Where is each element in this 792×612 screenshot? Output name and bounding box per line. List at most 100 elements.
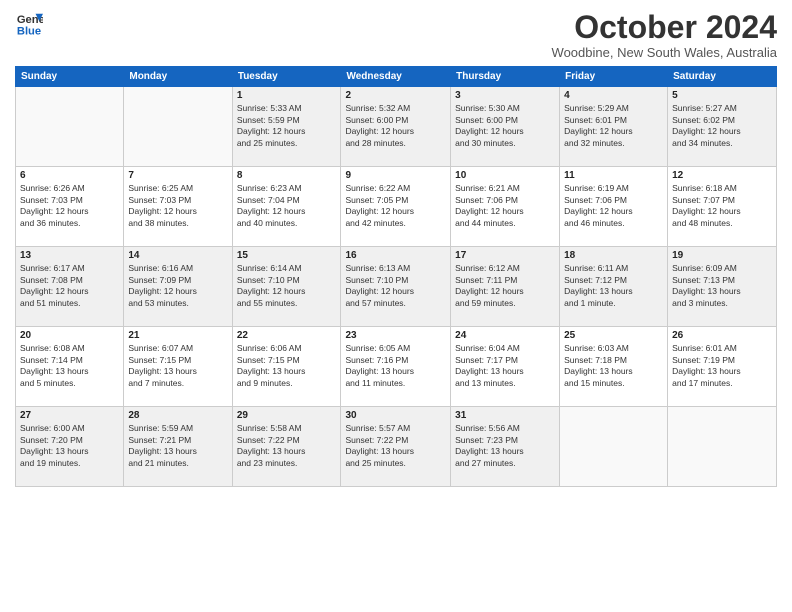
table-row: 3 Sunrise: 5:30 AM Sunset: 6:00 PM Daylig… [451,87,560,167]
table-row: 22 Sunrise: 6:06 AM Sunset: 7:15 PM Dayli… [232,327,341,407]
day-info: Sunrise: 6:05 AM Sunset: 7:16 PM Dayligh… [345,343,446,389]
table-row: 14 Sunrise: 6:16 AM Sunset: 7:09 PM Dayli… [124,247,232,327]
day-info: Sunrise: 6:11 AM Sunset: 7:12 PM Dayligh… [564,263,663,309]
table-row: 5 Sunrise: 5:27 AM Sunset: 6:02 PM Daylig… [668,87,777,167]
table-row [668,407,777,487]
table-row: 15Sunrise: 6:14 AM Sunset: 7:10 PM Dayli… [232,247,341,327]
table-row: 7 Sunrise: 6:25 AM Sunset: 7:03 PM Daylig… [124,167,232,247]
day-number: 7 [128,170,227,181]
col-saturday: Saturday [668,67,777,87]
calendar-week-row: 1 Sunrise: 5:33 AM Sunset: 5:59 PM Daylig… [16,87,777,167]
day-info: Sunrise: 6:18 AM Sunset: 7:07 PM Dayligh… [672,183,772,229]
table-row: 23Sunrise: 6:05 AM Sunset: 7:16 PM Dayli… [341,327,451,407]
day-number: 3 [455,90,555,101]
day-info: Sunrise: 5:29 AM Sunset: 6:01 PM Dayligh… [564,103,663,149]
col-wednesday: Wednesday [341,67,451,87]
day-info: Sunrise: 6:07 AM Sunset: 7:15 PM Dayligh… [128,343,227,389]
table-row: 20Sunrise: 6:08 AM Sunset: 7:14 PM Dayli… [16,327,124,407]
table-row: 10Sunrise: 6:21 AM Sunset: 7:06 PM Dayli… [451,167,560,247]
table-row: 6 Sunrise: 6:26 AM Sunset: 7:03 PM Daylig… [16,167,124,247]
table-row: 27Sunrise: 6:00 AM Sunset: 7:20 PM Dayli… [16,407,124,487]
header: General Blue October 2024 Woodbine, New … [15,10,777,60]
day-number: 11 [564,170,663,181]
day-number: 30 [345,410,446,421]
table-row: 4 Sunrise: 5:29 AM Sunset: 6:01 PM Daylig… [560,87,668,167]
table-row: 16Sunrise: 6:13 AM Sunset: 7:10 PM Dayli… [341,247,451,327]
table-row: 28 Sunrise: 5:59 AM Sunset: 7:21 PM Dayli… [124,407,232,487]
day-number: 26 [672,330,772,341]
day-number: 10 [455,170,555,181]
table-row: 1 Sunrise: 5:33 AM Sunset: 5:59 PM Daylig… [232,87,341,167]
day-number: 21 [128,330,227,341]
day-number: 25 [564,330,663,341]
day-info: Sunrise: 6:01 AM Sunset: 7:19 PM Dayligh… [672,343,772,389]
day-info: Sunrise: 6:06 AM Sunset: 7:15 PM Dayligh… [237,343,337,389]
day-info: Sunrise: 6:00 AM Sunset: 7:20 PM Dayligh… [20,423,119,469]
day-number: 4 [564,90,663,101]
day-info: Sunrise: 5:30 AM Sunset: 6:00 PM Dayligh… [455,103,555,149]
day-info: Sunrise: 6:16 AM Sunset: 7:09 PM Dayligh… [128,263,227,309]
table-row [560,407,668,487]
day-info: Sunrise: 6:14 AM Sunset: 7:10 PM Dayligh… [237,263,337,309]
day-number: 9 [345,170,446,181]
day-number: 5 [672,90,772,101]
table-row: 25Sunrise: 6:03 AM Sunset: 7:18 PM Dayli… [560,327,668,407]
day-info: Sunrise: 6:23 AM Sunset: 7:04 PM Dayligh… [237,183,337,229]
day-info: Sunrise: 5:33 AM Sunset: 5:59 PM Dayligh… [237,103,337,149]
day-number: 1 [237,90,337,101]
day-info: Sunrise: 5:56 AM Sunset: 7:23 PM Dayligh… [455,423,555,469]
col-friday: Friday [560,67,668,87]
svg-text:Blue: Blue [17,25,41,37]
day-number: 6 [20,170,119,181]
day-number: 24 [455,330,555,341]
table-row: 8 Sunrise: 6:23 AM Sunset: 7:04 PM Daylig… [232,167,341,247]
day-number: 12 [672,170,772,181]
day-number: 13 [20,250,119,261]
table-row: 18Sunrise: 6:11 AM Sunset: 7:12 PM Dayli… [560,247,668,327]
day-info: Sunrise: 6:22 AM Sunset: 7:05 PM Dayligh… [345,183,446,229]
table-row: 29Sunrise: 5:58 AM Sunset: 7:22 PM Dayli… [232,407,341,487]
day-number: 20 [20,330,119,341]
logo-icon: General Blue [15,10,43,38]
table-row: 31Sunrise: 5:56 AM Sunset: 7:23 PM Dayli… [451,407,560,487]
table-row: 24 Sunrise: 6:04 AM Sunset: 7:17 PM Dayli… [451,327,560,407]
table-row: 12 Sunrise: 6:18 AM Sunset: 7:07 PM Dayli… [668,167,777,247]
table-row [16,87,124,167]
logo: General Blue [15,10,43,38]
day-number: 22 [237,330,337,341]
day-info: Sunrise: 6:25 AM Sunset: 7:03 PM Dayligh… [128,183,227,229]
col-sunday: Sunday [16,67,124,87]
table-row: 30 Sunrise: 5:57 AM Sunset: 7:22 PM Dayli… [341,407,451,487]
calendar-week-row: 6 Sunrise: 6:26 AM Sunset: 7:03 PM Daylig… [16,167,777,247]
calendar-week-row: 27Sunrise: 6:00 AM Sunset: 7:20 PM Dayli… [16,407,777,487]
day-info: Sunrise: 6:12 AM Sunset: 7:11 PM Dayligh… [455,263,555,309]
table-row: 17 Sunrise: 6:12 AM Sunset: 7:11 PM Dayli… [451,247,560,327]
calendar-week-row: 13Sunrise: 6:17 AM Sunset: 7:08 PM Dayli… [16,247,777,327]
day-number: 14 [128,250,227,261]
day-number: 17 [455,250,555,261]
calendar-table: Sunday Monday Tuesday Wednesday Thursday… [15,66,777,487]
day-info: Sunrise: 6:26 AM Sunset: 7:03 PM Dayligh… [20,183,119,229]
day-number: 28 [128,410,227,421]
col-tuesday: Tuesday [232,67,341,87]
col-thursday: Thursday [451,67,560,87]
day-info: Sunrise: 6:13 AM Sunset: 7:10 PM Dayligh… [345,263,446,309]
day-number: 2 [345,90,446,101]
table-row [124,87,232,167]
day-number: 19 [672,250,772,261]
calendar-header-row: Sunday Monday Tuesday Wednesday Thursday… [16,67,777,87]
day-info: Sunrise: 5:58 AM Sunset: 7:22 PM Dayligh… [237,423,337,469]
table-row: 21 Sunrise: 6:07 AM Sunset: 7:15 PM Dayli… [124,327,232,407]
title-block: October 2024 Woodbine, New South Wales, … [552,10,777,60]
subtitle: Woodbine, New South Wales, Australia [552,45,777,60]
day-number: 8 [237,170,337,181]
day-info: Sunrise: 5:27 AM Sunset: 6:02 PM Dayligh… [672,103,772,149]
day-info: Sunrise: 5:32 AM Sunset: 6:00 PM Dayligh… [345,103,446,149]
day-info: Sunrise: 6:19 AM Sunset: 7:06 PM Dayligh… [564,183,663,229]
day-info: Sunrise: 5:57 AM Sunset: 7:22 PM Dayligh… [345,423,446,469]
table-row: 26 Sunrise: 6:01 AM Sunset: 7:19 PM Dayli… [668,327,777,407]
col-monday: Monday [124,67,232,87]
day-info: Sunrise: 5:59 AM Sunset: 7:21 PM Dayligh… [128,423,227,469]
day-info: Sunrise: 6:04 AM Sunset: 7:17 PM Dayligh… [455,343,555,389]
day-info: Sunrise: 6:09 AM Sunset: 7:13 PM Dayligh… [672,263,772,309]
